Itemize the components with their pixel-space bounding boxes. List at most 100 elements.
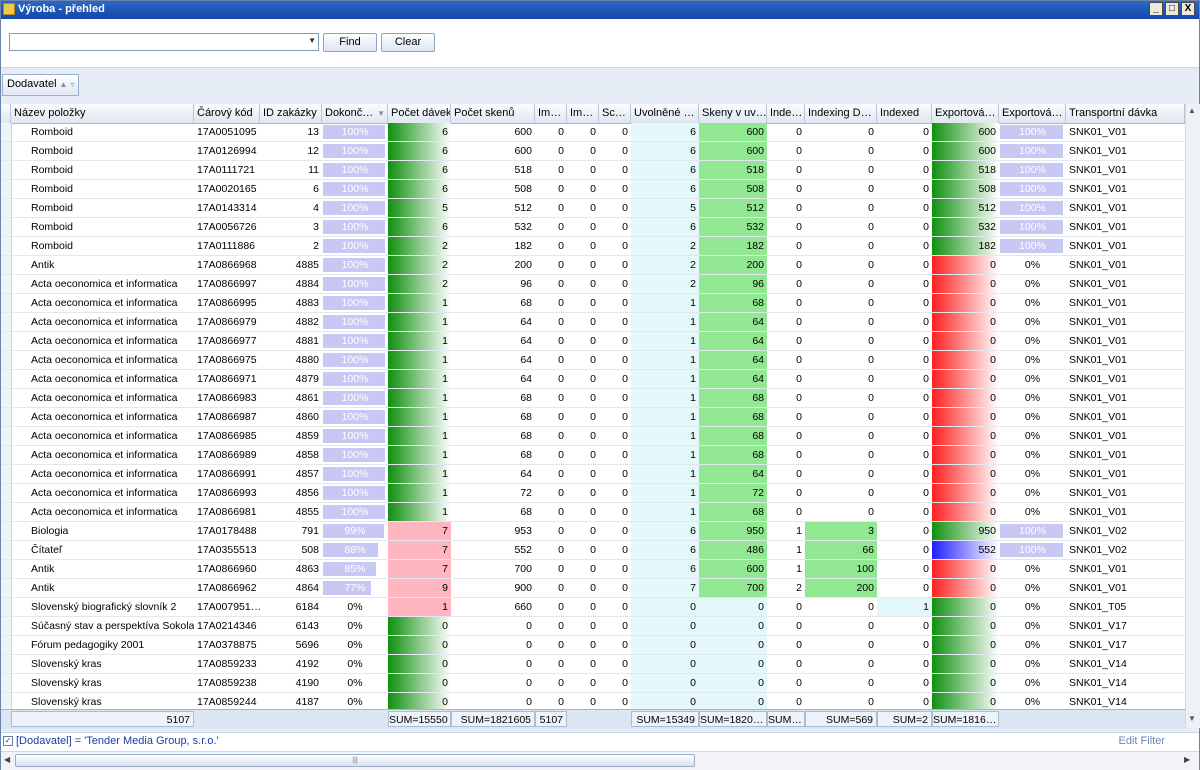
table-row[interactable]: Acta oeconomica et informatica 17A0866977… [1, 332, 1185, 351]
cell-indexed: 0 [877, 465, 932, 483]
scroll-left-icon[interactable]: ◀ [4, 755, 10, 764]
cell-value: SNK01_V01 [1069, 487, 1127, 499]
column-header-ind[interactable]: Inde… [767, 104, 805, 123]
column-header-code[interactable]: Čárový kód [194, 104, 260, 123]
table-row[interactable]: Acta oeconomica et informatica 17A0866983… [1, 389, 1185, 408]
cell-ind: 0 [767, 446, 805, 464]
table-row[interactable]: Acta oeconomica et informatica 17A0866991… [1, 465, 1185, 484]
table-row[interactable]: Romboid 17A0111886 2 100% 2 182 0 0 0 2 182 0 0 0 182 1… [1, 237, 1185, 256]
column-header-im2[interactable]: Im… [567, 104, 599, 123]
table-row[interactable]: Acta oeconomica et informatica 17A0866997… [1, 275, 1185, 294]
title-bar[interactable]: Výroba - přehled _ □ X [1, 1, 1199, 19]
dropdown-arrow-icon[interactable]: ▼ [308, 36, 316, 45]
table-row[interactable]: Acta oeconomica et informatica 17A0866987… [1, 408, 1185, 427]
search-combo[interactable]: ▼ [9, 33, 319, 51]
table-row[interactable]: Acta oeconomica et informatica 17A0866971… [1, 370, 1185, 389]
table-row[interactable]: Biologia 17A0178488 791 99% 7 953 0 0 0 6 950 1 3 0 95… [1, 522, 1185, 541]
scroll-up-icon[interactable]: ▲ [1188, 106, 1196, 115]
table-row[interactable]: Slovenský kras 17A0859233 4192 0% 0 0 0 0 0 0 0 0 0 0… [1, 655, 1185, 674]
table-row[interactable]: Antik 17A0866960 4863 85% 7 700 0 0 0 6 600 1 100 0 0 0… [1, 560, 1185, 579]
column-header-exp[interactable]: Exportová… [932, 104, 999, 123]
cell-id: 4863 [260, 560, 322, 578]
table-row[interactable]: Acta oeconomica et informatica 17A0866995… [1, 294, 1185, 313]
table-row[interactable]: Romboid 17A0056726 3 100% 6 532 0 0 0 6 532 0 0 0 532 1… [1, 218, 1185, 237]
column-header-skeny[interactable]: Počet skenů [451, 104, 535, 123]
horizontal-scrollbar[interactable]: ◀ ||| ▶ [1, 751, 1199, 770]
table-row[interactable]: Romboid 17A0020165 6 100% 6 508 0 0 0 6 508 0 0 0 508 1… [1, 180, 1185, 199]
filter-enabled-checkbox[interactable]: ✓ [3, 736, 13, 746]
cell-sc: 0 [599, 579, 631, 597]
table-row[interactable]: Antik 17A0866962 4864 77% 9 900 0 0 0 7 700 2 200 0 0 0… [1, 579, 1185, 598]
cell-value: 0 [990, 582, 996, 594]
cell-value: Slovenský biografický slovník 2 [31, 601, 177, 613]
column-header-pct[interactable]: Dokonč… ▼ [322, 104, 388, 123]
cell-value: 0 [923, 506, 929, 518]
cell-sc: 0 [599, 446, 631, 464]
minimize-button[interactable]: _ [1149, 2, 1163, 16]
column-header-n[interactable]: Název položky [11, 104, 194, 123]
clear-button[interactable]: Clear [381, 33, 435, 52]
table-row[interactable]: Romboid 17A0111721 11 100% 6 518 0 0 0 6 518 0 0 0 518… [1, 161, 1185, 180]
table-row[interactable]: Slovenský kras 17A0859244 4187 0% 0 0 0 0 0 0 0 0 0 0… [1, 693, 1185, 709]
cell-trans: SNK01_V01 [1066, 313, 1185, 331]
table-row[interactable]: Acta oeconomica et informatica 17A0866993… [1, 484, 1185, 503]
cell-davky: 6 [388, 180, 451, 198]
table-row[interactable]: Romboid 17A0126994 12 100% 6 600 0 0 0 6 600 0 0 0 600… [1, 142, 1185, 161]
horizontal-scroll-thumb[interactable]: ||| [15, 754, 695, 767]
table-row[interactable]: Acta oeconomica et informatica 17A0866985… [1, 427, 1185, 446]
column-header-uvol[interactable]: Uvolněné … [631, 104, 699, 123]
cell-exppct: 0% [999, 313, 1066, 331]
table-row[interactable]: Čítateľ 17A0355513 508 88% 7 552 0 0 0 6 486 1 66 0 55… [1, 541, 1185, 560]
column-header-davky[interactable]: Počet dávek [388, 104, 451, 123]
table-row[interactable]: Romboid 17A0051095 13 100% 6 600 0 0 0 6 600 0 0 0 600… [1, 123, 1185, 142]
cell-value: 0 [590, 563, 596, 575]
column-header-indd[interactable]: Indexing D… [805, 104, 877, 123]
scroll-down-icon[interactable]: ▼ [1188, 714, 1196, 723]
table-row[interactable]: Súčasný stav a perspektíva Sokola 17A0214… [1, 617, 1185, 636]
vertical-scrollbar[interactable]: ▲ ▼ [1185, 104, 1200, 728]
group-by-dodavatel[interactable]: Dodavatel ▲ ▿ [2, 74, 80, 96]
cell-n: Acta oeconomica et informatica [11, 313, 194, 331]
scroll-right-icon[interactable]: ▶ [1184, 755, 1190, 764]
cell-value: 12 [307, 145, 319, 157]
table-row[interactable]: Slovenský kras 17A0859238 4190 0% 0 0 0 0 0 0 0 0 0 0… [1, 674, 1185, 693]
table-row[interactable]: Acta oeconomica et informatica 17A0866979… [1, 313, 1185, 332]
table-row[interactable]: Acta oeconomica et informatica 17A0866981… [1, 503, 1185, 522]
close-button[interactable]: X [1181, 2, 1195, 16]
column-header-sc[interactable]: Sc… [599, 104, 631, 123]
cell-value: 17A0051095 [197, 126, 257, 138]
cell-value: 0 [526, 677, 532, 689]
column-header-id[interactable]: ID zakázky [260, 104, 322, 123]
table-row[interactable]: Acta oeconomica et informatica 17A0866975… [1, 351, 1185, 370]
cell-uvol: 1 [631, 484, 699, 502]
column-header-im1[interactable]: Im… [535, 104, 567, 123]
cell-skuv: 64 [699, 332, 767, 350]
cell-value: 0 [590, 278, 596, 290]
table-row[interactable]: Romboid 17A0143314 4 100% 5 512 0 0 0 5 512 0 0 0 512 1… [1, 199, 1185, 218]
cell-davky: 7 [388, 541, 451, 559]
table-row[interactable]: Acta oeconomica et informatica 17A0866989… [1, 446, 1185, 465]
column-header-exppct[interactable]: Exportová… [999, 104, 1066, 123]
cell-value: 0 [622, 658, 628, 670]
filter-icon[interactable]: ▼ [377, 104, 385, 123]
cell-value: 2 [442, 240, 448, 252]
filter-expression[interactable]: [Dodavatel] = 'Tender Media Group, s.r.o… [16, 735, 219, 747]
find-button[interactable]: Find [323, 33, 377, 52]
cell-value: 2 [442, 259, 448, 271]
table-row[interactable]: Antik 17A0866968 4885 100% 2 200 0 0 0 2 200 0 0 0 0 0%… [1, 256, 1185, 275]
maximize-button[interactable]: □ [1165, 2, 1179, 16]
filter-icon[interactable]: ▿ [70, 80, 74, 89]
cell-value: 0 [923, 582, 929, 594]
cell-indexed: 0 [877, 693, 932, 709]
cell-value: 0 [690, 696, 696, 708]
cell-im2: 0 [567, 655, 599, 673]
cell-value: SNK01_V01 [1069, 411, 1127, 423]
table-row[interactable]: Slovenský biografický slovník 2 17A007951… [1, 598, 1185, 617]
table-row[interactable]: Fórum pedagogiky 2001 17A0378875 5696 0% 0 0 0… [1, 636, 1185, 655]
cell-skuv: 64 [699, 465, 767, 483]
column-header-trans[interactable]: Transportní dávka [1066, 104, 1185, 123]
column-header-indexed[interactable]: Indexed [877, 104, 932, 123]
column-header-skuv[interactable]: Skeny v uv… [699, 104, 767, 123]
cell-ind: 0 [767, 655, 805, 673]
edit-filter-link[interactable]: Edit Filter [1119, 735, 1165, 747]
